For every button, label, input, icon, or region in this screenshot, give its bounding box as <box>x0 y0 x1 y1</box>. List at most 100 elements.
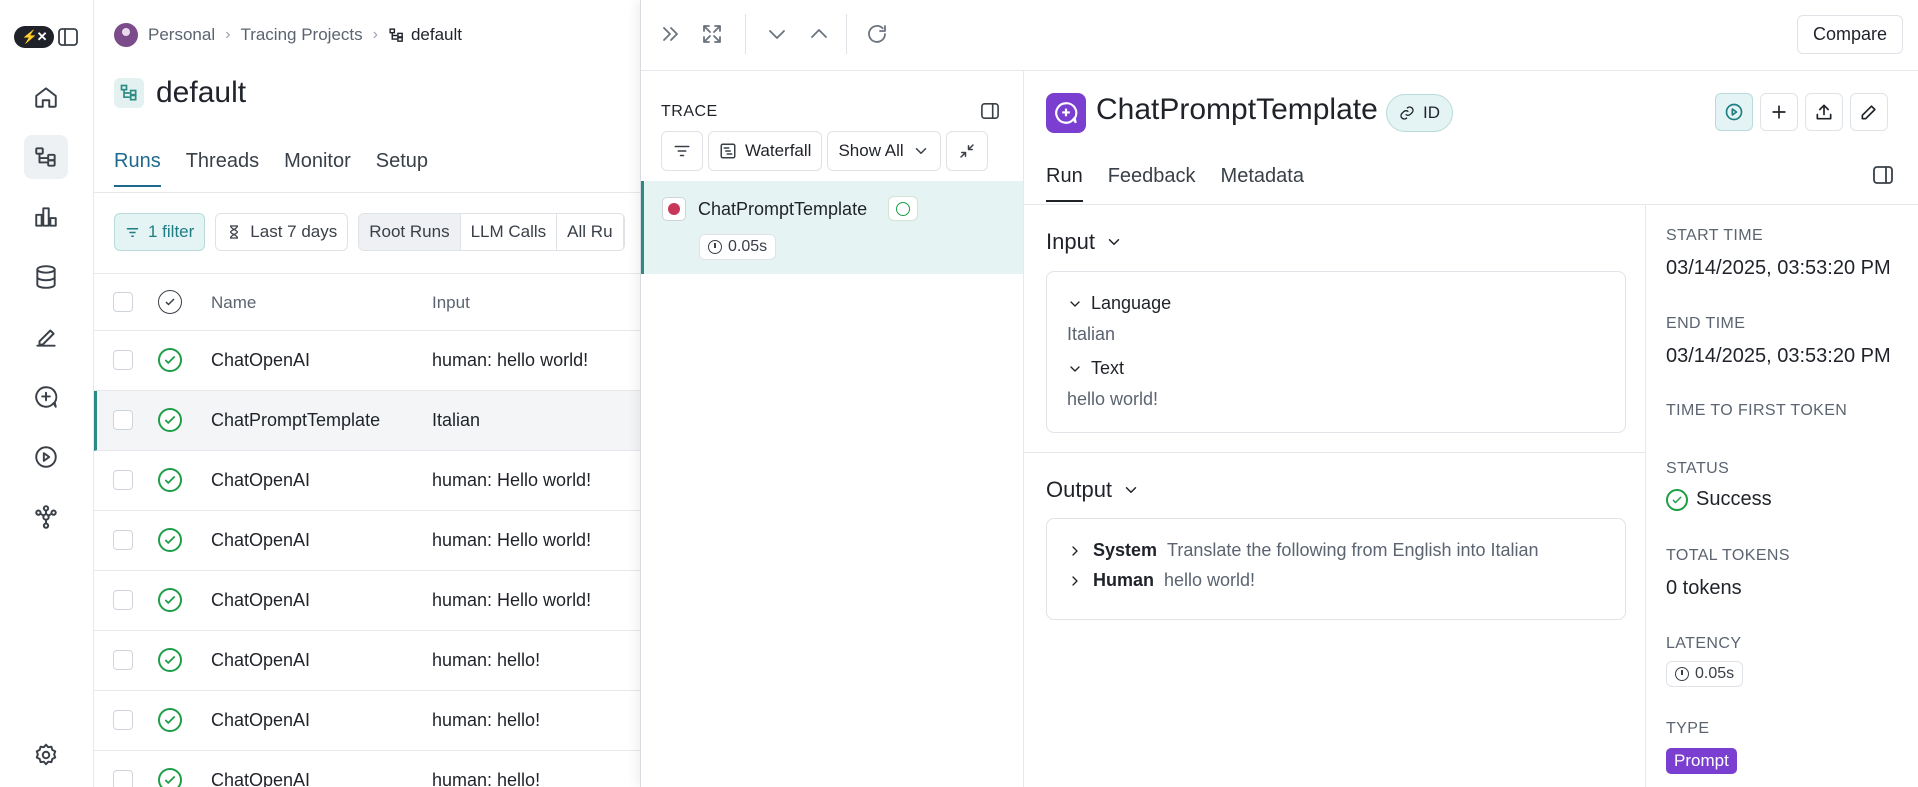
row-checkbox[interactable] <box>113 710 133 730</box>
project-tree-icon <box>389 27 403 42</box>
table-row[interactable]: ChatOpenAI human: hello world! <box>94 331 641 391</box>
sidebar-toggle-icon[interactable] <box>58 28 78 46</box>
show-all-dropdown[interactable]: Show All <box>827 131 941 171</box>
row-checkbox[interactable] <box>113 530 133 550</box>
output-box: System Translate the following from Engl… <box>1046 518 1626 620</box>
chevron-down-icon <box>915 148 926 154</box>
row-checkbox[interactable] <box>113 770 133 787</box>
tab-threads[interactable]: Threads <box>186 150 259 187</box>
table-row[interactable]: ChatOpenAI human: Hello world! <box>94 511 641 571</box>
root-runs-option[interactable]: Root Runs <box>359 214 461 250</box>
settings-gear-icon[interactable] <box>24 733 68 777</box>
tab-run[interactable]: Run <box>1046 165 1083 202</box>
input-section-toggle[interactable]: Input <box>1046 229 1123 255</box>
trace-tree-item[interactable]: ChatPromptTemplate 0.05s <box>641 181 1023 274</box>
tab-setup[interactable]: Setup <box>376 150 428 187</box>
row-input: human: Hello world! <box>432 530 592 550</box>
trace-filter-button[interactable] <box>661 131 703 171</box>
table-row-selected[interactable]: ChatPromptTemplate Italian <box>94 391 641 451</box>
tab-monitor[interactable]: Monitor <box>284 150 351 187</box>
llm-calls-option[interactable]: LLM Calls <box>461 214 558 250</box>
ttft-label: TIME TO FIRST TOKEN <box>1666 402 1848 419</box>
trace-heading: TRACE <box>661 103 718 120</box>
breadcrumb-section[interactable]: Tracing Projects <box>240 25 362 45</box>
tab-metadata[interactable]: Metadata <box>1221 165 1304 202</box>
row-checkbox[interactable] <box>113 410 133 430</box>
annotation-nav-icon[interactable] <box>24 315 68 359</box>
output-section-toggle[interactable]: Output <box>1046 477 1140 503</box>
table-row[interactable]: ChatOpenAI human: hello! <box>94 691 641 751</box>
message-human[interactable]: Human hello world! <box>1067 570 1255 591</box>
row-checkbox[interactable] <box>113 650 133 670</box>
row-name: ChatOpenAI <box>211 590 311 610</box>
monitoring-nav-icon[interactable] <box>24 195 68 239</box>
hourglass-icon <box>230 225 239 239</box>
row-checkbox[interactable] <box>113 590 133 610</box>
open-in-playground-button[interactable] <box>1715 93 1753 131</box>
row-input: human: hello! <box>432 770 541 787</box>
project-pane: Personal › Tracing Projects › default de… <box>94 0 641 787</box>
prompt-chat-icon <box>1046 93 1086 133</box>
column-input[interactable]: Input <box>432 293 470 313</box>
success-status-icon <box>888 196 918 221</box>
message-system[interactable]: System Translate the following from Engl… <box>1067 540 1539 561</box>
collapse-all-button[interactable] <box>945 131 988 171</box>
language-field-toggle[interactable]: Language <box>1067 293 1171 314</box>
success-check-icon <box>158 648 182 672</box>
copy-id-button[interactable]: ID <box>1386 94 1453 132</box>
previous-run-chevron-up-icon[interactable] <box>807 22 831 46</box>
table-row[interactable]: ChatOpenAI human: hello! <box>94 751 641 787</box>
success-check-icon <box>158 348 182 372</box>
filter-bar: 1 filter Last 7 days Root Runs LLM Calls… <box>114 213 625 251</box>
compare-button[interactable]: Compare <box>1797 15 1904 54</box>
all-runs-option[interactable]: All Ru <box>557 214 624 250</box>
filter-lines-icon <box>674 145 690 157</box>
input-box: Language Italian Text hello world! <box>1046 271 1626 433</box>
trace-controls: Waterfall Show All <box>661 131 988 171</box>
waterfall-view-button[interactable]: Waterfall <box>708 131 823 171</box>
row-input: human: Hello world! <box>432 470 592 490</box>
row-checkbox[interactable] <box>113 470 133 490</box>
prompts-nav-icon[interactable] <box>24 375 68 419</box>
playground-nav-icon[interactable] <box>24 435 68 479</box>
add-to-button[interactable] <box>1760 93 1798 131</box>
annotate-button[interactable] <box>1850 93 1888 131</box>
end-time-value: 03/14/2025, 03:53:20 PM <box>1666 345 1891 367</box>
share-button[interactable] <box>1805 93 1843 131</box>
text-field-toggle[interactable]: Text <box>1067 358 1124 379</box>
divider <box>1024 452 1646 453</box>
datasets-nav-icon[interactable] <box>24 255 68 299</box>
expand-fullscreen-icon[interactable] <box>700 22 724 46</box>
column-name[interactable]: Name <box>211 293 256 313</box>
tab-feedback[interactable]: Feedback <box>1108 165 1196 202</box>
refresh-icon[interactable] <box>865 22 889 46</box>
deployments-nav-icon[interactable] <box>24 495 68 539</box>
project-tree-icon <box>114 78 144 108</box>
play-circle-icon <box>1725 103 1743 121</box>
home-nav-icon[interactable] <box>24 75 68 119</box>
select-all-checkbox[interactable] <box>113 292 133 312</box>
success-check-icon <box>158 528 182 552</box>
tracing-nav-icon[interactable] <box>24 135 68 179</box>
run-tabs: Run Feedback Metadata <box>1046 165 1304 202</box>
time-range-button[interactable]: Last 7 days <box>215 213 349 251</box>
row-checkbox[interactable] <box>113 350 133 370</box>
table-row[interactable]: ChatOpenAI human: Hello world! <box>94 571 641 631</box>
sidebar-panel-icon[interactable] <box>1873 166 1893 184</box>
row-name: ChatOpenAI <box>211 710 311 730</box>
start-time-value: 03/14/2025, 03:53:20 PM <box>1666 257 1891 279</box>
row-name: ChatOpenAI <box>211 770 311 787</box>
panel-toggle-icon[interactable] <box>981 102 999 120</box>
tab-runs[interactable]: Runs <box>114 150 161 187</box>
breadcrumb-workspace[interactable]: Personal <box>148 25 215 45</box>
success-check-icon <box>1666 488 1688 511</box>
langsmith-logo[interactable]: ⚡✕ <box>14 26 54 48</box>
next-run-chevron-down-icon[interactable] <box>765 22 789 46</box>
table-row[interactable]: ChatOpenAI human: hello! <box>94 631 641 691</box>
filter-button[interactable]: 1 filter <box>114 213 206 251</box>
table-row[interactable]: ChatOpenAI human: Hello world! <box>94 451 641 511</box>
close-drawer-chevrons-icon[interactable] <box>659 22 683 46</box>
success-check-icon <box>158 468 182 492</box>
project-tabs: Runs Threads Monitor Setup <box>114 150 428 187</box>
output-heading: Output <box>1046 477 1113 502</box>
